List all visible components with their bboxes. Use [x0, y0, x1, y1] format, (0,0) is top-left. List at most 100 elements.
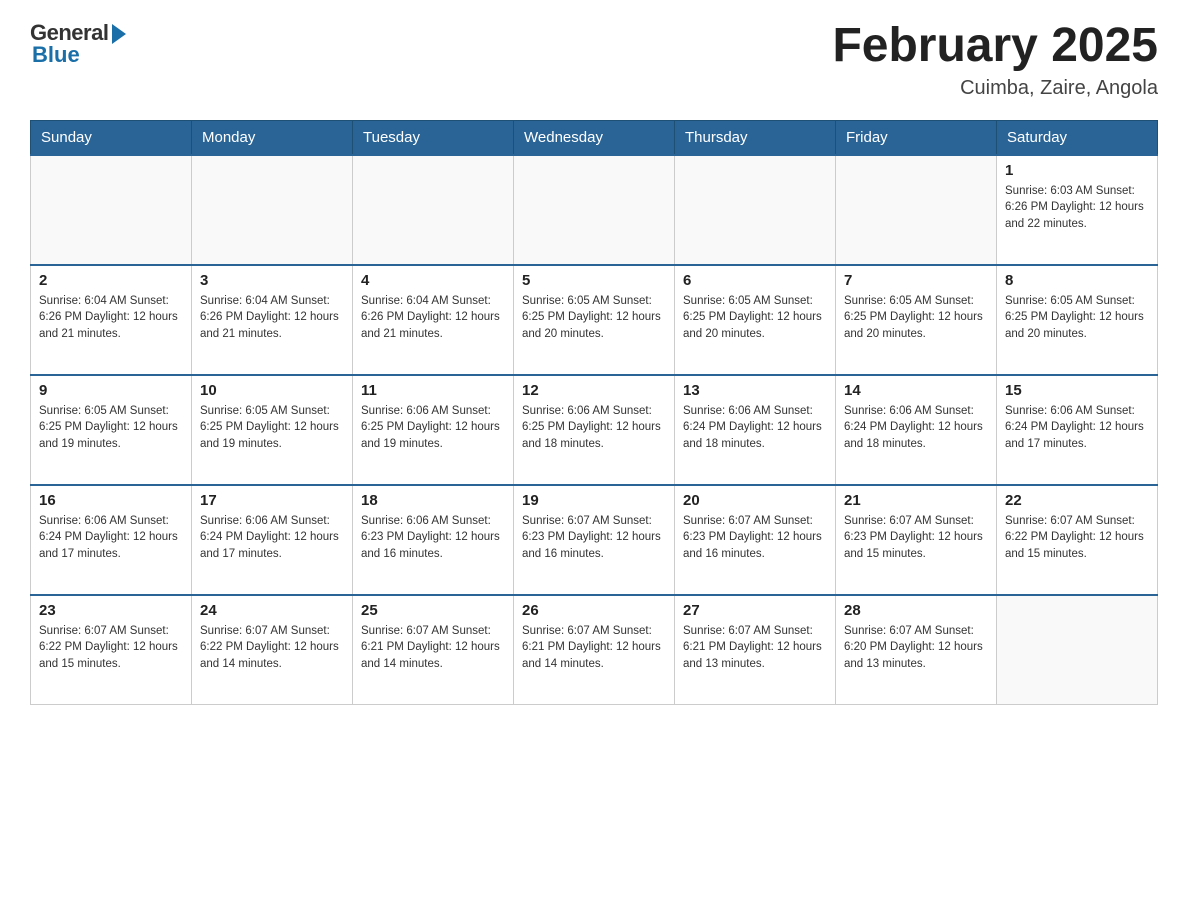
calendar-header: SundayMondayTuesdayWednesdayThursdayFrid… — [31, 120, 1158, 155]
day-number: 7 — [844, 272, 988, 289]
day-info: Sunrise: 6:05 AM Sunset: 6:25 PM Dayligh… — [683, 293, 827, 343]
calendar-cell: 13 Sunrise: 6:06 AM Sunset: 6:24 PM Dayli… — [675, 375, 836, 485]
day-number: 20 — [683, 492, 827, 509]
calendar-cell: 2Sunrise: 6:04 AM Sunset: 6:26 PM Daylig… — [31, 265, 192, 375]
day-number: 24 — [200, 602, 344, 619]
day-info: Sunrise: 6:06 AM Sunset: 6:25 PM Dayligh… — [522, 403, 666, 453]
day-number: 19 — [522, 492, 666, 509]
weekday-header-saturday: Saturday — [997, 120, 1158, 155]
calendar-cell: 20 Sunrise: 6:07 AM Sunset: 6:23 PM Dayli… — [675, 485, 836, 595]
calendar-cell: 22 Sunrise: 6:07 AM Sunset: 6:22 PM Dayli… — [997, 485, 1158, 595]
day-info: Sunrise: 6:06 AM Sunset: 6:24 PM Dayligh… — [683, 403, 827, 453]
weekday-header-sunday: Sunday — [31, 120, 192, 155]
day-number: 21 — [844, 492, 988, 509]
calendar-cell: 4Sunrise: 6:04 AM Sunset: 6:26 PM Daylig… — [353, 265, 514, 375]
day-number: 26 — [522, 602, 666, 619]
day-info: Sunrise: 6:07 AM Sunset: 6:21 PM Dayligh… — [361, 623, 505, 673]
calendar-cell: 19 Sunrise: 6:07 AM Sunset: 6:23 PM Dayli… — [514, 485, 675, 595]
calendar-cell: 15 Sunrise: 6:06 AM Sunset: 6:24 PM Dayli… — [997, 375, 1158, 485]
weekday-header-monday: Monday — [192, 120, 353, 155]
weekday-header-friday: Friday — [836, 120, 997, 155]
day-info: Sunrise: 6:07 AM Sunset: 6:21 PM Dayligh… — [522, 623, 666, 673]
calendar-cell: 21 Sunrise: 6:07 AM Sunset: 6:23 PM Dayli… — [836, 485, 997, 595]
calendar-cell — [836, 155, 997, 265]
calendar-cell: 6 Sunrise: 6:05 AM Sunset: 6:25 PM Daylig… — [675, 265, 836, 375]
logo-blue-text: Blue — [32, 42, 80, 68]
calendar-cell: 7 Sunrise: 6:05 AM Sunset: 6:25 PM Daylig… — [836, 265, 997, 375]
calendar-cell: 1 Sunrise: 6:03 AM Sunset: 6:26 PM Daylig… — [997, 155, 1158, 265]
calendar-cell: 11 Sunrise: 6:06 AM Sunset: 6:25 PM Dayli… — [353, 375, 514, 485]
day-info: Sunrise: 6:07 AM Sunset: 6:23 PM Dayligh… — [683, 513, 827, 563]
day-number: 28 — [844, 602, 988, 619]
calendar-cell: 27Sunrise: 6:07 AM Sunset: 6:21 PM Dayli… — [675, 595, 836, 705]
day-info: Sunrise: 6:06 AM Sunset: 6:24 PM Dayligh… — [200, 513, 344, 563]
day-number: 3 — [200, 272, 344, 289]
calendar-cell — [31, 155, 192, 265]
weekday-header-wednesday: Wednesday — [514, 120, 675, 155]
day-number: 1 — [1005, 162, 1149, 179]
day-number: 27 — [683, 602, 827, 619]
weekday-header-row: SundayMondayTuesdayWednesdayThursdayFrid… — [31, 120, 1158, 155]
calendar-cell: 28Sunrise: 6:07 AM Sunset: 6:20 PM Dayli… — [836, 595, 997, 705]
day-info: Sunrise: 6:04 AM Sunset: 6:26 PM Dayligh… — [200, 293, 344, 343]
calendar-cell — [675, 155, 836, 265]
calendar-table: SundayMondayTuesdayWednesdayThursdayFrid… — [30, 120, 1158, 706]
day-number: 13 — [683, 382, 827, 399]
calendar-cell — [353, 155, 514, 265]
day-info: Sunrise: 6:05 AM Sunset: 6:25 PM Dayligh… — [522, 293, 666, 343]
calendar-cell: 16 Sunrise: 6:06 AM Sunset: 6:24 PM Dayli… — [31, 485, 192, 595]
day-number: 12 — [522, 382, 666, 399]
day-info: Sunrise: 6:06 AM Sunset: 6:24 PM Dayligh… — [1005, 403, 1149, 453]
calendar-cell: 9 Sunrise: 6:05 AM Sunset: 6:25 PM Daylig… — [31, 375, 192, 485]
calendar-cell: 25 Sunrise: 6:07 AM Sunset: 6:21 PM Dayli… — [353, 595, 514, 705]
calendar-body: 1 Sunrise: 6:03 AM Sunset: 6:26 PM Daylig… — [31, 155, 1158, 705]
day-info: Sunrise: 6:07 AM Sunset: 6:22 PM Dayligh… — [1005, 513, 1149, 563]
day-info: Sunrise: 6:06 AM Sunset: 6:23 PM Dayligh… — [361, 513, 505, 563]
month-year-title: February 2025 — [832, 20, 1158, 73]
calendar-cell: 5 Sunrise: 6:05 AM Sunset: 6:25 PM Daylig… — [514, 265, 675, 375]
calendar-week-row: 16 Sunrise: 6:06 AM Sunset: 6:24 PM Dayli… — [31, 485, 1158, 595]
day-info: Sunrise: 6:07 AM Sunset: 6:22 PM Dayligh… — [39, 623, 183, 673]
calendar-cell: 18 Sunrise: 6:06 AM Sunset: 6:23 PM Dayli… — [353, 485, 514, 595]
calendar-week-row: 1 Sunrise: 6:03 AM Sunset: 6:26 PM Daylig… — [31, 155, 1158, 265]
day-number: 22 — [1005, 492, 1149, 509]
day-number: 10 — [200, 382, 344, 399]
calendar-cell — [997, 595, 1158, 705]
calendar-cell: 24Sunrise: 6:07 AM Sunset: 6:22 PM Dayli… — [192, 595, 353, 705]
day-info: Sunrise: 6:05 AM Sunset: 6:25 PM Dayligh… — [844, 293, 988, 343]
logo-arrow-icon — [112, 24, 126, 44]
day-number: 6 — [683, 272, 827, 289]
day-number: 11 — [361, 382, 505, 399]
calendar-cell: 17 Sunrise: 6:06 AM Sunset: 6:24 PM Dayli… — [192, 485, 353, 595]
day-number: 25 — [361, 602, 505, 619]
calendar-cell: 23 Sunrise: 6:07 AM Sunset: 6:22 PM Dayli… — [31, 595, 192, 705]
calendar-week-row: 9 Sunrise: 6:05 AM Sunset: 6:25 PM Daylig… — [31, 375, 1158, 485]
day-number: 14 — [844, 382, 988, 399]
calendar-cell: 26 Sunrise: 6:07 AM Sunset: 6:21 PM Dayli… — [514, 595, 675, 705]
calendar-week-row: 2 Sunrise: 6:04 AM Sunset: 6:26 PM Daylig… — [31, 265, 1158, 375]
weekday-header-thursday: Thursday — [675, 120, 836, 155]
day-number: 16 — [39, 492, 183, 509]
calendar-cell: 10 Sunrise: 6:05 AM Sunset: 6:25 PM Dayli… — [192, 375, 353, 485]
day-info: Sunrise: 6:07 AM Sunset: 6:23 PM Dayligh… — [522, 513, 666, 563]
day-info: Sunrise: 6:03 AM Sunset: 6:26 PM Dayligh… — [1005, 183, 1149, 233]
day-number: 17 — [200, 492, 344, 509]
day-number: 15 — [1005, 382, 1149, 399]
calendar-cell: 12 Sunrise: 6:06 AM Sunset: 6:25 PM Dayli… — [514, 375, 675, 485]
day-number: 23 — [39, 602, 183, 619]
day-number: 18 — [361, 492, 505, 509]
calendar-cell: 3 Sunrise: 6:04 AM Sunset: 6:26 PM Daylig… — [192, 265, 353, 375]
day-info: Sunrise: 6:05 AM Sunset: 6:25 PM Dayligh… — [200, 403, 344, 453]
day-info: Sunrise: 6:06 AM Sunset: 6:25 PM Dayligh… — [361, 403, 505, 453]
day-info: Sunrise: 6:06 AM Sunset: 6:24 PM Dayligh… — [844, 403, 988, 453]
day-info: Sunrise: 6:04 AM Sunset: 6:26 PM Dayligh… — [361, 293, 505, 343]
day-number: 2 — [39, 272, 183, 289]
day-info: Sunrise: 6:06 AM Sunset: 6:24 PM Dayligh… — [39, 513, 183, 563]
calendar-week-row: 23 Sunrise: 6:07 AM Sunset: 6:22 PM Dayli… — [31, 595, 1158, 705]
calendar-cell: 14 Sunrise: 6:06 AM Sunset: 6:24 PM Dayli… — [836, 375, 997, 485]
day-number: 9 — [39, 382, 183, 399]
day-info: Sunrise: 6:05 AM Sunset: 6:25 PM Dayligh… — [39, 403, 183, 453]
title-block: February 2025 Cuimba, Zaire, Angola — [832, 20, 1158, 100]
day-info: Sunrise: 6:07 AM Sunset: 6:23 PM Dayligh… — [844, 513, 988, 563]
day-number: 5 — [522, 272, 666, 289]
